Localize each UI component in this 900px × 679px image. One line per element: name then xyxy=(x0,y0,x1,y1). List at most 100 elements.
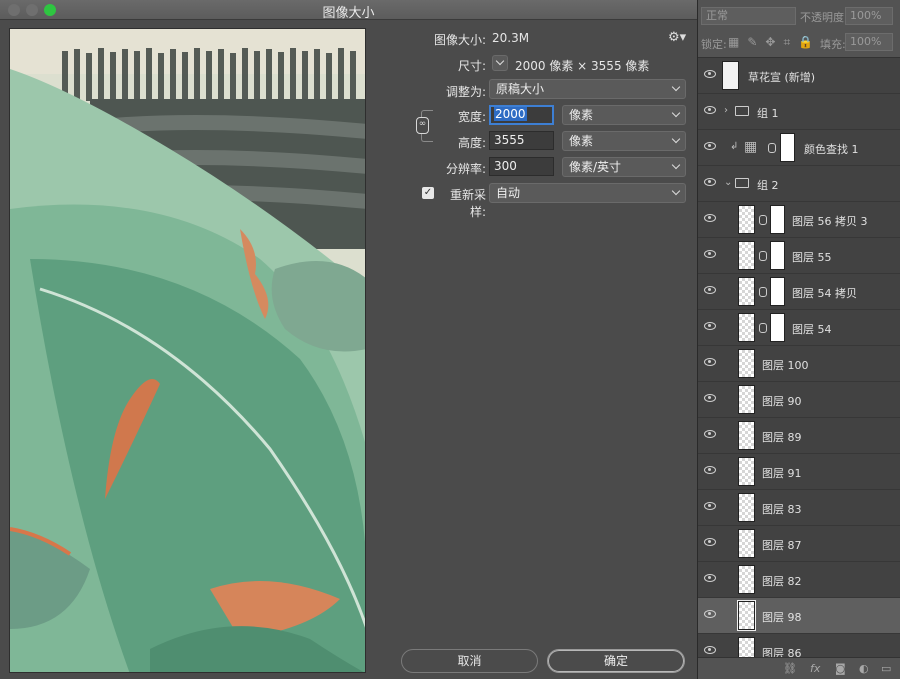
layer-row[interactable]: 草花宣 (新增) xyxy=(698,58,900,94)
chevron-down-icon xyxy=(671,108,681,118)
visibility-eye-icon[interactable] xyxy=(704,106,716,114)
image-size-value: 20.3M xyxy=(492,31,530,45)
mask-link-icon[interactable] xyxy=(759,215,767,225)
opacity-value: 100% xyxy=(850,9,882,22)
layer-name: 图层 91 xyxy=(762,467,802,480)
visibility-eye-icon[interactable] xyxy=(704,430,716,438)
layer-thumbnail xyxy=(738,421,755,450)
layer-row[interactable]: 图层 90 xyxy=(698,382,900,418)
layer-mask-thumbnail[interactable] xyxy=(770,313,785,342)
width-value: 2000 xyxy=(494,107,527,121)
cancel-button[interactable]: 取消 xyxy=(401,649,538,673)
fill-input[interactable]: 100% xyxy=(845,33,893,51)
visibility-eye-icon[interactable] xyxy=(704,610,716,618)
visibility-eye-icon[interactable] xyxy=(704,70,716,78)
layers-footer: ⛓ fx ◙ ◐ ▭ xyxy=(698,657,900,679)
height-label: 高度: xyxy=(457,136,486,150)
layer-row[interactable]: 图层 55 xyxy=(698,238,900,274)
blend-mode-select[interactable]: 正常 xyxy=(701,7,796,25)
dimensions-dropdown-button[interactable] xyxy=(492,55,508,71)
visibility-eye-icon[interactable] xyxy=(704,574,716,582)
visibility-eye-icon[interactable] xyxy=(704,466,716,474)
chevron-right-icon[interactable]: › xyxy=(724,105,728,116)
layer-mask-thumbnail[interactable] xyxy=(780,133,795,162)
ok-button[interactable]: 确定 xyxy=(547,649,685,673)
visibility-eye-icon[interactable] xyxy=(704,358,716,366)
mask-link-icon[interactable] xyxy=(759,287,767,297)
visibility-eye-icon[interactable] xyxy=(704,322,716,330)
layer-row[interactable]: 图层 54 xyxy=(698,310,900,346)
resolution-unit-value: 像素/英寸 xyxy=(569,160,622,174)
blend-mode-value: 正常 xyxy=(706,9,728,22)
layer-thumbnail xyxy=(738,529,755,558)
opacity-input[interactable]: 100% xyxy=(845,7,893,25)
mask-link-icon[interactable] xyxy=(759,323,767,333)
layer-thumbnail xyxy=(738,241,755,270)
layer-thumbnail xyxy=(738,565,755,594)
layer-thumbnail xyxy=(738,457,755,486)
visibility-eye-icon[interactable] xyxy=(704,142,716,150)
preview-artwork xyxy=(10,29,365,672)
layer-name: 图层 100 xyxy=(762,359,809,372)
layer-name: 图层 82 xyxy=(762,575,802,588)
layer-row[interactable]: 图层 89 xyxy=(698,418,900,454)
fit-to-select[interactable]: 原稿大小 xyxy=(489,79,686,99)
layer-name: 图层 87 xyxy=(762,539,802,552)
lock-icons[interactable]: ▦✎✥⌗🔒 xyxy=(728,35,821,50)
width-label: 宽度: xyxy=(457,110,486,124)
layer-thumbnail xyxy=(738,385,755,414)
width-unit-select[interactable]: 像素 xyxy=(562,105,686,125)
dimensions-label: 尺寸: xyxy=(457,59,486,73)
layer-mask-thumbnail[interactable] xyxy=(770,277,785,306)
image-preview[interactable] xyxy=(9,28,366,673)
layer-name: 图层 83 xyxy=(762,503,802,516)
layer-row[interactable]: 图层 98 xyxy=(698,598,900,634)
visibility-eye-icon[interactable] xyxy=(704,394,716,402)
layer-row[interactable]: ⌄ 组 2 xyxy=(698,166,900,202)
layer-row[interactable]: 图层 87 xyxy=(698,526,900,562)
visibility-eye-icon[interactable] xyxy=(704,178,716,186)
resolution-unit-select[interactable]: 像素/英寸 xyxy=(562,157,686,177)
width-input[interactable]: 2000 xyxy=(489,105,554,125)
layer-row[interactable]: 图层 56 拷贝 3 xyxy=(698,202,900,238)
adjustment-icon[interactable]: ◐ xyxy=(859,662,869,675)
height-input[interactable]: 3555 xyxy=(489,131,554,150)
chevron-down-icon xyxy=(671,82,681,92)
visibility-eye-icon[interactable] xyxy=(704,214,716,222)
fx-icon[interactable]: fx xyxy=(810,662,820,675)
layer-row[interactable]: 图层 82 xyxy=(698,562,900,598)
visibility-eye-icon[interactable] xyxy=(704,502,716,510)
layer-row[interactable]: ↲ ▦ 颜色查找 1 xyxy=(698,130,900,166)
gear-icon[interactable]: ⚙▾ xyxy=(668,30,686,45)
fill-value: 100% xyxy=(850,35,882,48)
layer-row[interactable]: 图层 100 xyxy=(698,346,900,382)
mask-link-icon[interactable] xyxy=(759,251,767,261)
resample-checkbox[interactable]: ✓ xyxy=(422,187,434,199)
visibility-eye-icon[interactable] xyxy=(704,538,716,546)
clipping-arrow-icon: ↲ xyxy=(730,141,739,152)
chevron-down-icon xyxy=(671,134,681,144)
visibility-eye-icon[interactable] xyxy=(704,250,716,258)
layer-name: 组 2 xyxy=(757,179,779,192)
chevron-down-icon[interactable]: ⌄ xyxy=(724,177,732,188)
layer-mask-thumbnail[interactable] xyxy=(770,241,785,270)
link-icon[interactable]: ⛓ xyxy=(783,662,797,675)
layer-name: 图层 56 拷贝 3 xyxy=(792,215,868,228)
layer-mask-thumbnail[interactable] xyxy=(770,205,785,234)
visibility-eye-icon[interactable] xyxy=(704,286,716,294)
folder-icon[interactable]: ▭ xyxy=(881,662,891,675)
layer-row[interactable]: › 组 1 xyxy=(698,94,900,130)
mask-link-icon[interactable] xyxy=(768,143,776,153)
layer-thumbnail xyxy=(738,277,755,306)
chevron-down-icon xyxy=(495,56,505,66)
height-unit-select[interactable]: 像素 xyxy=(562,131,686,151)
layer-row[interactable]: 图层 83 xyxy=(698,490,900,526)
layer-thumbnail xyxy=(738,493,755,522)
visibility-eye-icon[interactable] xyxy=(704,646,716,654)
layer-row[interactable]: 图层 91 xyxy=(698,454,900,490)
resolution-input[interactable]: 300 xyxy=(489,157,554,176)
mask-icon[interactable]: ◙ xyxy=(835,662,846,675)
resample-select[interactable]: 自动 xyxy=(489,183,686,203)
layers-options: 正常 不透明度: 100% 锁定: ▦✎✥⌗🔒 填充: 100% xyxy=(698,0,900,58)
layer-row[interactable]: 图层 54 拷贝 xyxy=(698,274,900,310)
